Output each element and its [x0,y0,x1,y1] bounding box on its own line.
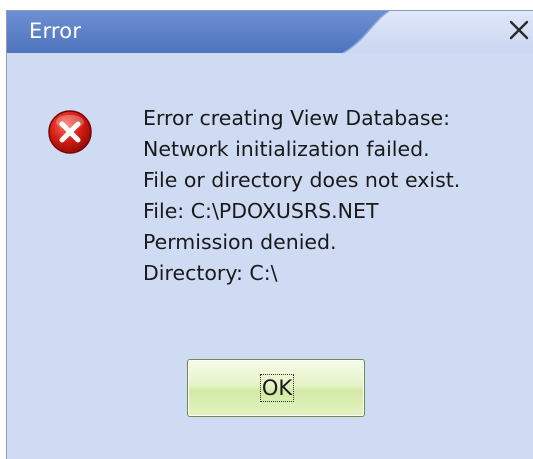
error-dialog: Error Error creating View Database: Netw… [6,10,533,459]
dialog-content: Error creating View Database: Network in… [7,53,533,459]
title-bar-shape [7,11,533,53]
error-icon [47,109,93,155]
message-line: Error creating View Database: [143,106,451,130]
message-line: Network initialization failed. [143,137,430,161]
ok-button-label: OK [261,376,293,400]
message-line: Permission denied. [143,230,337,254]
message-line: File: C:\PDOXUSRS.NET [143,199,379,223]
window-title: Error [29,19,82,43]
close-icon[interactable] [507,17,531,43]
ok-button[interactable]: OK [187,359,365,417]
message-line: Directory: C:\ [143,261,278,285]
message-line: File or directory does not exist. [143,168,461,192]
error-message: Error creating View Database: Network in… [143,103,460,289]
title-bar[interactable]: Error [7,11,533,53]
